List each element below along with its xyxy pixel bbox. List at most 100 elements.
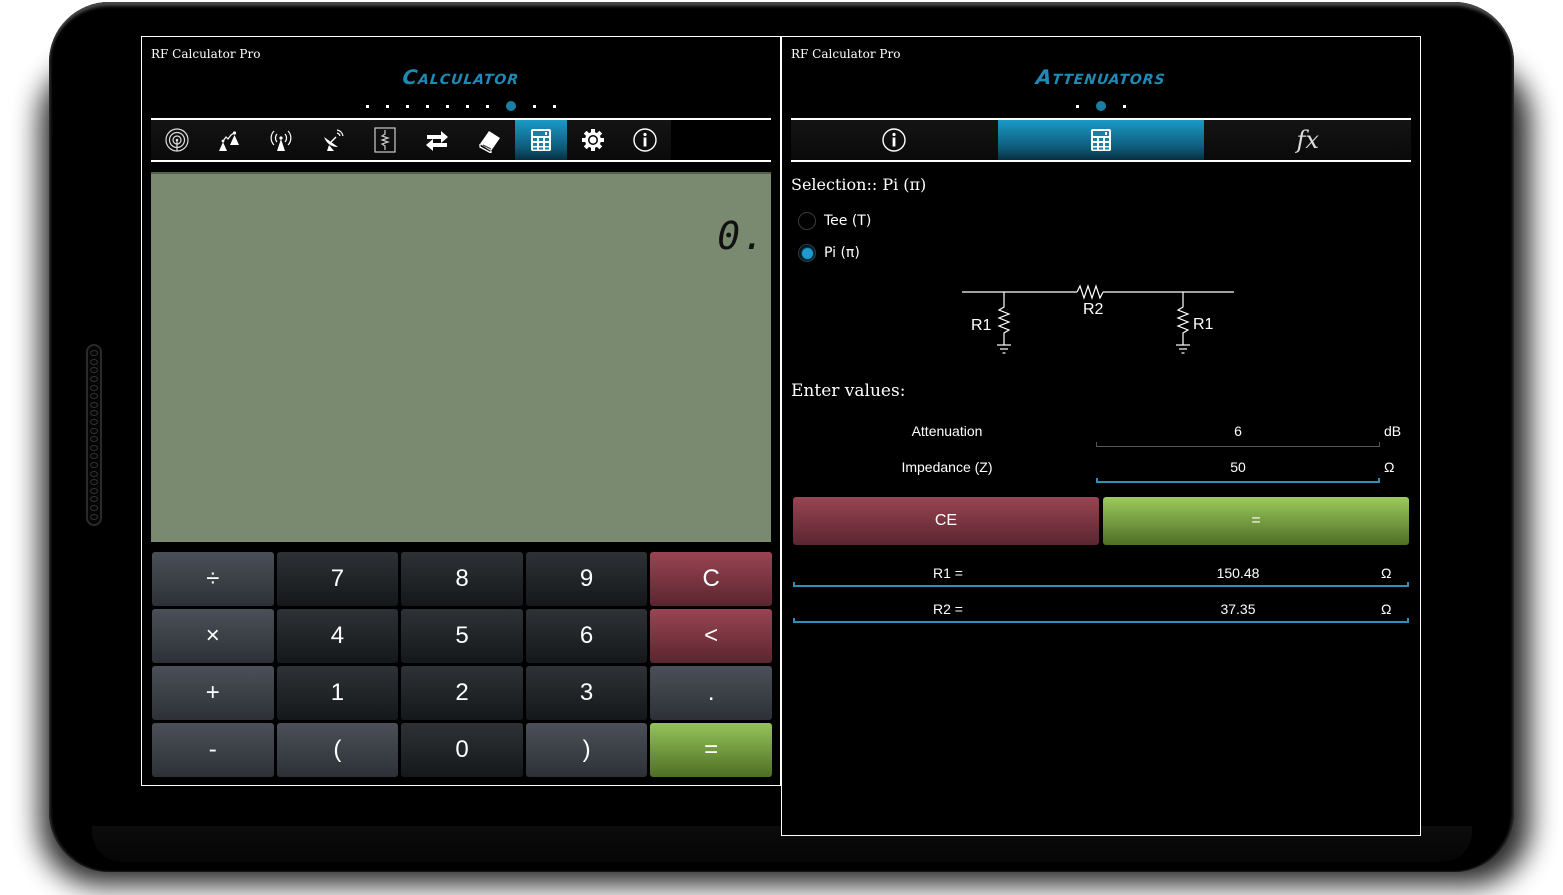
radio-option-tee[interactable]: Tee (T) <box>798 212 871 230</box>
tab-formula[interactable]: fx <box>1204 120 1412 160</box>
page-dot <box>486 104 489 108</box>
calculate-button[interactable]: = <box>1103 497 1409 545</box>
mountain-link-icon <box>219 131 239 151</box>
speaker-hole <box>90 436 98 443</box>
field-label: Impedance (Z) <box>901 459 993 475</box>
speaker-hole <box>90 376 98 383</box>
key-button[interactable]: C <box>650 552 772 606</box>
key-button[interactable]: ( <box>276 723 399 777</box>
tool-tabbar <box>151 118 771 162</box>
enter-values-label: Enter values: <box>791 381 906 401</box>
key-button[interactable]: ÷ <box>152 552 274 606</box>
key-button[interactable]: = <box>650 723 772 777</box>
convert-arrows-icon <box>426 131 448 151</box>
tab-about[interactable] <box>619 120 671 160</box>
key-button[interactable]: 2 <box>401 666 523 720</box>
attenuation-field: Attenuation 6 dB <box>782 417 1422 447</box>
key-button[interactable]: 6 <box>525 609 648 663</box>
speaker-grille <box>86 344 102 526</box>
page-dot-active <box>506 101 516 111</box>
tab-calculator[interactable] <box>515 120 567 160</box>
result-underline <box>793 582 1409 587</box>
radio-label: Tee (T) <box>824 213 872 229</box>
radio-option-pi[interactable]: Pi (π) <box>798 244 860 262</box>
speaker-hole <box>90 401 98 408</box>
display-value: 0. <box>717 214 767 258</box>
tab-satellite[interactable] <box>307 120 359 160</box>
page-dot <box>426 104 429 108</box>
radio-button[interactable] <box>798 212 816 230</box>
speaker-hole <box>90 393 98 400</box>
key-button[interactable]: 0 <box>401 723 523 777</box>
key-button[interactable]: 7 <box>276 552 399 606</box>
result-underline <box>793 618 1409 623</box>
page-dot <box>386 104 389 108</box>
speaker-hole <box>90 358 98 365</box>
radio-label: Pi (π) <box>824 245 860 261</box>
info-icon <box>633 128 657 152</box>
speaker-hole <box>90 367 98 374</box>
speaker-hole <box>90 384 98 391</box>
key-button[interactable]: 5 <box>401 609 523 663</box>
book-icon <box>479 131 500 153</box>
impedance-field: Impedance (Z) 50 Ω <box>782 453 1422 483</box>
page-title: Calculator <box>401 65 521 89</box>
attenuators-panel: RF Calculator Pro Attenuators fx Selecti… <box>781 36 1421 836</box>
field-label: Attenuation <box>911 423 983 439</box>
input-underline <box>1096 478 1380 483</box>
keypad: ÷ 7 8 9 C × 4 5 6 < +1 2 3. -(0) = <box>152 552 772 777</box>
key-button[interactable]: 4 <box>276 609 399 663</box>
resistor-r1-right <box>1176 292 1190 345</box>
page-title: Attenuators <box>1034 65 1168 89</box>
result-r1: R1 = 150.48 Ω <box>793 557 1409 587</box>
result-label: R1 = <box>933 565 963 581</box>
tab-info[interactable] <box>791 120 998 160</box>
resistor-r1-left <box>997 292 1011 345</box>
field-unit: dB <box>1384 423 1402 439</box>
clear-entry-button[interactable]: CE <box>793 497 1099 545</box>
attenuator-tabbar: fx <box>791 118 1412 162</box>
tab-antenna[interactable] <box>255 120 307 160</box>
speaker-hole <box>90 496 98 503</box>
attenuation-input[interactable]: 6 <box>1096 423 1380 439</box>
calculator-icon <box>1091 129 1111 151</box>
fx-icon: fx <box>1296 126 1319 154</box>
speaker-hole <box>90 427 98 434</box>
tab-resistor[interactable] <box>359 120 411 160</box>
key-button[interactable]: 8 <box>401 552 523 606</box>
tab-radar[interactable] <box>151 120 203 160</box>
tab-reference-book[interactable] <box>463 120 515 160</box>
page-dot <box>553 104 556 108</box>
tab-link-budget[interactable] <box>203 120 255 160</box>
info-icon <box>882 128 907 152</box>
app-name: RF Calculator Pro <box>791 47 901 61</box>
radio-button[interactable] <box>798 244 816 262</box>
key-button[interactable]: - <box>152 723 274 777</box>
impedance-input[interactable]: 50 <box>1096 459 1380 475</box>
tab-converter[interactable] <box>411 120 463 160</box>
app-name: RF Calculator Pro <box>151 47 261 61</box>
key-button[interactable]: 1 <box>276 666 399 720</box>
resistor-r2 <box>1076 284 1104 300</box>
key-button[interactable]: × <box>152 609 274 663</box>
key-button[interactable]: + <box>152 666 274 720</box>
result-label: R2 = <box>933 601 963 617</box>
tab-calculate[interactable] <box>997 120 1205 160</box>
field-unit: Ω <box>1384 459 1395 475</box>
speaker-hole <box>90 504 98 511</box>
key-button[interactable]: . <box>650 666 772 720</box>
resistor-icon <box>374 127 396 153</box>
speaker-hole <box>90 410 98 417</box>
tab-settings[interactable] <box>567 120 619 160</box>
page-dot <box>533 104 536 108</box>
key-button[interactable]: 9 <box>525 552 648 606</box>
pi-attenuator-schematic: R1 R2 R1 <box>962 284 1234 354</box>
key-button[interactable]: ) <box>525 723 648 777</box>
key-button[interactable]: 3 <box>525 666 648 720</box>
selection-label: Selection:: Pi (π) <box>791 175 927 194</box>
key-button[interactable]: < <box>650 609 772 663</box>
result-value: 150.48 <box>1216 565 1260 581</box>
result-unit: Ω <box>1381 565 1392 581</box>
page-dot <box>466 104 469 108</box>
result-value: 37.35 <box>1220 601 1256 617</box>
